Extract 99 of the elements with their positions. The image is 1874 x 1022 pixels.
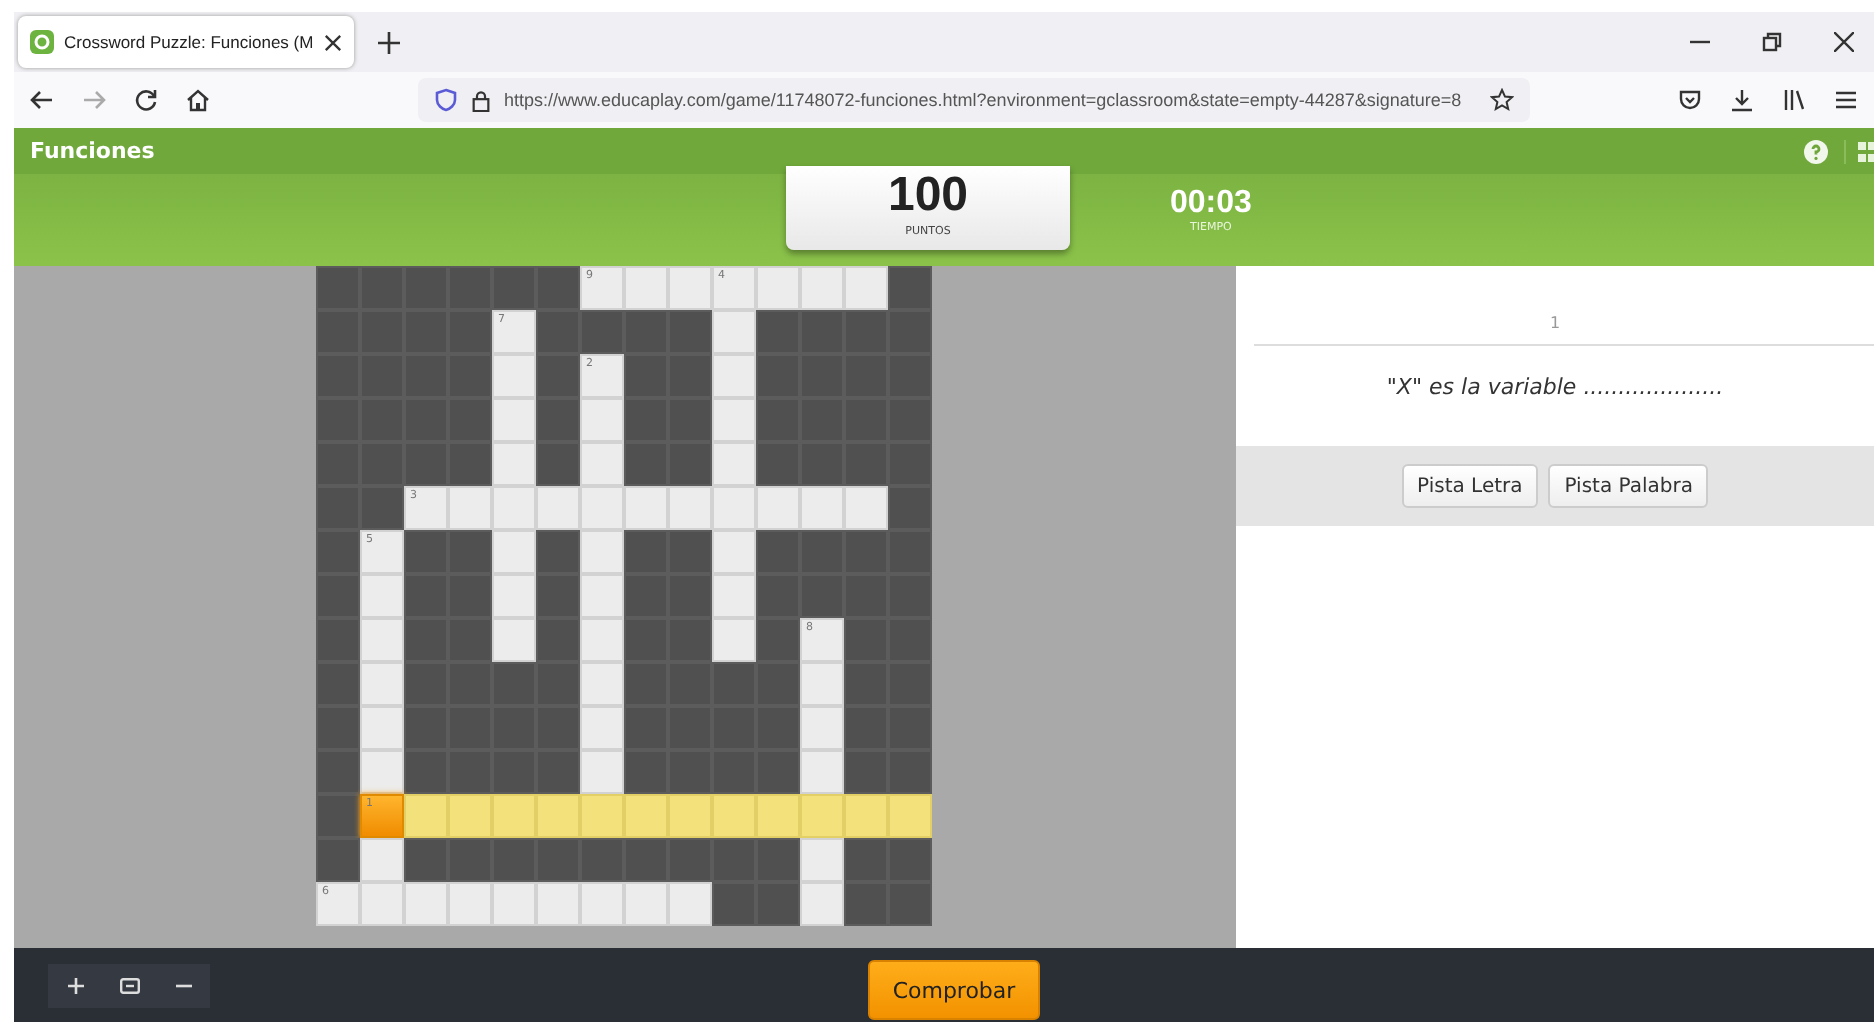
grid-cell[interactable]	[668, 486, 712, 530]
site-logo-icon	[30, 30, 54, 54]
grid-cell[interactable]	[668, 266, 712, 310]
close-icon[interactable]	[1834, 32, 1854, 52]
grid-cell[interactable]	[492, 442, 536, 486]
shield-icon	[434, 88, 458, 112]
hint-button[interactable]: Pista Letra	[1401, 464, 1539, 508]
grid-cell[interactable]	[624, 266, 668, 310]
grid-cell[interactable]	[844, 486, 888, 530]
download-icon[interactable]	[1730, 88, 1754, 112]
grid-cell[interactable]	[580, 442, 624, 486]
grid-cell[interactable]	[712, 794, 756, 838]
grid-cell[interactable]	[448, 794, 492, 838]
grid-cell[interactable]	[448, 486, 492, 530]
grid-cell[interactable]	[712, 442, 756, 486]
grid-cell[interactable]	[800, 794, 844, 838]
grid-cell[interactable]	[492, 794, 536, 838]
grid-cell[interactable]	[580, 794, 624, 838]
back-icon[interactable]	[30, 88, 54, 112]
grid-cell[interactable]	[580, 706, 624, 750]
grid-cell[interactable]	[800, 662, 844, 706]
check-button[interactable]: Comprobar	[868, 960, 1040, 1020]
grid-cell[interactable]	[712, 530, 756, 574]
grid-cell[interactable]	[492, 882, 536, 926]
grid-cell[interactable]	[580, 662, 624, 706]
grid-cell[interactable]	[800, 706, 844, 750]
grid-cell[interactable]	[800, 838, 844, 882]
grid-cell[interactable]	[712, 486, 756, 530]
reload-icon[interactable]	[134, 88, 158, 112]
activity-title: Funciones	[30, 138, 157, 164]
restore-icon[interactable]	[1762, 32, 1782, 52]
grid-cell[interactable]	[800, 486, 844, 530]
grid-cell[interactable]	[624, 486, 668, 530]
grid-cell[interactable]	[492, 574, 536, 618]
grid-cell[interactable]	[580, 882, 624, 926]
grid-cell[interactable]	[448, 882, 492, 926]
grid-cell[interactable]	[800, 750, 844, 794]
grid-cell[interactable]	[360, 574, 404, 618]
library-icon[interactable]	[1782, 88, 1806, 112]
tab-title: Crossword Puzzle: Funciones (M	[64, 32, 314, 52]
grid-cell[interactable]	[360, 838, 404, 882]
new-tab-icon[interactable]	[378, 31, 400, 53]
grid-icon[interactable]	[1844, 139, 1874, 163]
grid-cell[interactable]	[492, 618, 536, 662]
menu-icon[interactable]	[1834, 88, 1858, 112]
grid-cell[interactable]	[888, 794, 932, 838]
grid-cell[interactable]	[492, 354, 536, 398]
grid-cell[interactable]	[492, 398, 536, 442]
grid-cell[interactable]	[712, 574, 756, 618]
grid-cell[interactable]	[712, 618, 756, 662]
grid-cell[interactable]	[668, 794, 712, 838]
grid-cell[interactable]	[712, 398, 756, 442]
grid-cell[interactable]	[536, 794, 580, 838]
lock-icon	[470, 89, 492, 111]
address-bar[interactable]: https://www.educaplay.com/game/11748072-funciones.html?environment=gclassroom&state=empty-44287&signature=8	[418, 78, 1530, 122]
url-text: https://www.educaplay.com/game/11748072-funciones.html?environment=gclassroom&state=empty-44287&signature=8	[504, 90, 1464, 110]
hint-button[interactable]: Pista Palabra	[1548, 464, 1709, 508]
grid-cell[interactable]	[360, 750, 404, 794]
clue-number: 1	[1549, 314, 1561, 332]
grid-cell[interactable]	[580, 618, 624, 662]
grid-cell[interactable]	[800, 266, 844, 310]
clue-text: "X" es la variable ....................	[1386, 374, 1724, 400]
grid-cell[interactable]	[800, 882, 844, 926]
grid-cell[interactable]	[536, 486, 580, 530]
star-icon[interactable]	[1490, 88, 1514, 112]
grid-cell[interactable]	[712, 354, 756, 398]
forward-icon[interactable]	[82, 88, 106, 112]
grid-cell[interactable]	[756, 794, 800, 838]
grid-cell[interactable]	[756, 486, 800, 530]
grid-cell[interactable]	[580, 486, 624, 530]
grid-cell[interactable]	[404, 794, 448, 838]
grid-cell[interactable]	[756, 266, 800, 310]
grid-cell[interactable]	[580, 398, 624, 442]
grid-cell[interactable]	[624, 794, 668, 838]
help-icon[interactable]	[1804, 139, 1828, 163]
grid-cell[interactable]	[624, 882, 668, 926]
grid-cell[interactable]	[712, 310, 756, 354]
home-icon[interactable]	[186, 88, 210, 112]
grid-cell[interactable]	[844, 266, 888, 310]
grid-cell[interactable]	[360, 618, 404, 662]
grid-cell[interactable]	[668, 882, 712, 926]
grid-cell[interactable]	[580, 574, 624, 618]
grid-cell[interactable]	[844, 794, 888, 838]
grid-cell[interactable]	[580, 530, 624, 574]
grid-cell[interactable]	[360, 706, 404, 750]
plus-icon	[67, 977, 83, 993]
grid-cell[interactable]	[360, 882, 404, 926]
fit-icon	[119, 977, 139, 993]
grid-cell[interactable]	[492, 530, 536, 574]
pocket-icon[interactable]	[1678, 88, 1702, 112]
grid-cell[interactable]	[492, 486, 536, 530]
grid-cell[interactable]	[536, 882, 580, 926]
browser-tab[interactable]: Crossword Puzzle: Funciones (M	[18, 16, 354, 68]
grid-cell[interactable]	[360, 662, 404, 706]
timer-value: 00:03	[1170, 186, 1252, 221]
grid-cell[interactable]	[404, 882, 448, 926]
score-value: 100	[887, 166, 969, 225]
grid-cell[interactable]	[580, 750, 624, 794]
close-icon[interactable]	[324, 33, 342, 51]
